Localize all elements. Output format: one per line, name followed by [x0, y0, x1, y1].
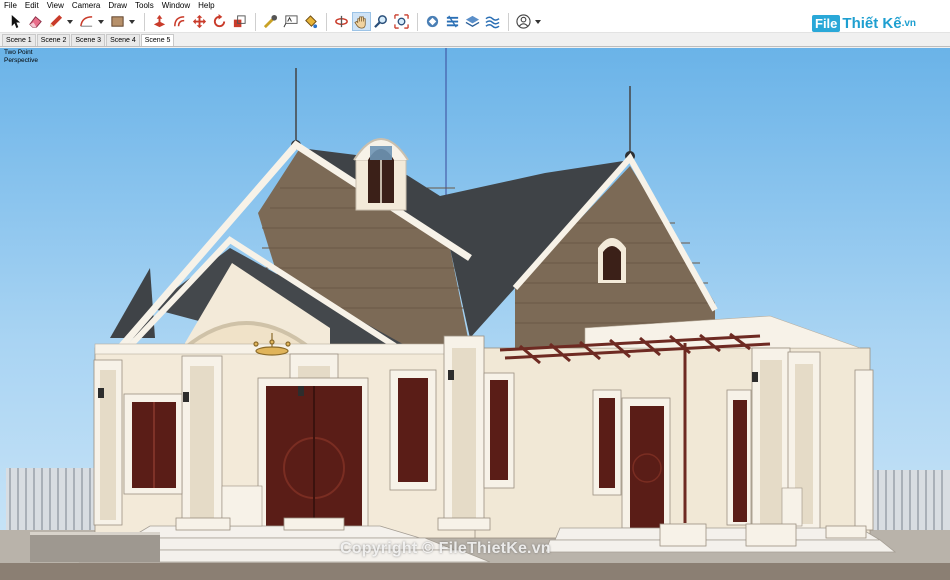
arc-icon	[80, 16, 93, 27]
menu-tools[interactable]: Tools	[131, 0, 158, 11]
toolbar-separator	[255, 12, 256, 31]
menu-window[interactable]: Window	[158, 0, 194, 11]
rotate-icon	[213, 14, 226, 28]
zoom-extents-tool[interactable]	[392, 12, 411, 31]
brand-logo-text: Thiết Kế	[842, 14, 902, 32]
menu-view[interactable]: View	[43, 0, 68, 11]
camera-mode-line-2: Perspective	[4, 57, 38, 64]
push-pull-icon	[153, 14, 166, 28]
main-door	[257, 377, 369, 529]
move-icon	[192, 14, 207, 29]
camera-mode-line-1: Two Point	[4, 49, 33, 56]
eraser-tool[interactable]	[26, 12, 45, 31]
menu-help[interactable]: Help	[194, 0, 218, 11]
tab-scene-5[interactable]: Scene 5	[140, 34, 175, 46]
extension-icon	[446, 15, 459, 28]
layers-tool[interactable]	[463, 12, 482, 31]
paint-bucket-tool[interactable]	[301, 12, 320, 31]
sandbox-icon	[485, 16, 500, 29]
zoom-extents-icon	[394, 14, 409, 29]
extension-tool[interactable]	[443, 12, 462, 31]
tape-measure-icon	[263, 14, 278, 29]
menu-file[interactable]: File	[0, 0, 21, 11]
layers-icon	[465, 15, 480, 27]
chevron-down-icon	[67, 19, 73, 24]
tape-measure-tool[interactable]	[261, 12, 280, 31]
scene-tabs: Scene 1 Scene 2 Scene 3 Scene 4 Scene 5	[0, 34, 950, 47]
tab-scene-4[interactable]: Scene 4	[106, 34, 140, 46]
move-tool[interactable]	[190, 12, 209, 31]
chevron-down-icon	[129, 19, 135, 24]
arc-tool[interactable]	[77, 12, 96, 31]
toolbar-separator	[417, 12, 418, 31]
paint-bucket-icon	[305, 15, 318, 29]
tab-scene-2[interactable]: Scene 2	[36, 34, 71, 46]
line-tool[interactable]	[46, 12, 65, 31]
orbit-icon	[335, 15, 348, 28]
side-door	[621, 397, 671, 529]
zoom-tool[interactable]	[372, 12, 391, 31]
house-model	[0, 48, 950, 580]
scale-tool[interactable]	[230, 12, 249, 31]
chevron-down-icon	[535, 19, 541, 24]
sandbox-tool[interactable]	[483, 12, 502, 31]
offset-icon	[174, 16, 185, 27]
copyright-watermark: Copyright © FileThietKe.vn	[340, 540, 551, 557]
eraser-icon	[29, 16, 42, 28]
zoom-icon	[374, 15, 387, 28]
pan-hand-icon	[354, 16, 366, 29]
rotate-tool[interactable]	[210, 12, 229, 31]
text-tool[interactable]	[281, 12, 300, 31]
brand-logo-box: File	[812, 14, 841, 32]
gable-window-right	[598, 238, 626, 283]
rectangle-icon	[111, 16, 124, 27]
scale-icon	[233, 15, 246, 28]
line-tool-dropdown[interactable]	[66, 12, 74, 31]
shape-tool-dropdown[interactable]	[128, 12, 136, 31]
tab-scene-1[interactable]: Scene 1	[2, 34, 36, 46]
fence-right	[872, 470, 950, 530]
menu-camera[interactable]: Camera	[68, 0, 104, 11]
toolbar-separator	[326, 12, 327, 31]
select-tool[interactable]	[6, 12, 25, 31]
text-icon	[283, 15, 298, 28]
tab-scene-3[interactable]: Scene 3	[71, 34, 106, 46]
account-tool[interactable]	[514, 12, 533, 31]
menu-draw[interactable]: Draw	[104, 0, 131, 11]
account-dropdown[interactable]	[534, 12, 542, 31]
menu-bar: File Edit View Camera Draw Tools Window …	[0, 0, 950, 11]
chevron-down-icon	[98, 19, 104, 24]
pan-tool[interactable]	[352, 12, 371, 31]
arrow-cursor-icon	[11, 14, 21, 29]
offset-tool[interactable]	[170, 12, 189, 31]
toolbar-separator	[508, 12, 509, 31]
brand-logo-suffix: .vn	[901, 17, 917, 29]
model-viewport[interactable]: Two Point Perspective Copyright © FileTh…	[0, 48, 950, 580]
warehouse-tool[interactable]	[423, 12, 442, 31]
camera-mode-label: Two Point Perspective	[4, 49, 38, 65]
user-icon	[516, 14, 531, 29]
main-toolbar	[0, 11, 950, 33]
arc-tool-dropdown[interactable]	[97, 12, 105, 31]
fence-left	[6, 468, 96, 530]
brand-logo: File Thiết Kế .vn	[812, 12, 916, 34]
toolbar-separator	[144, 12, 145, 31]
menu-edit[interactable]: Edit	[21, 0, 43, 11]
shape-tool[interactable]	[108, 12, 127, 31]
warehouse-icon	[426, 15, 439, 28]
orbit-tool[interactable]	[332, 12, 351, 31]
push-pull-tool[interactable]	[150, 12, 169, 31]
pencil-icon	[49, 14, 63, 28]
dormer-window	[353, 138, 409, 211]
